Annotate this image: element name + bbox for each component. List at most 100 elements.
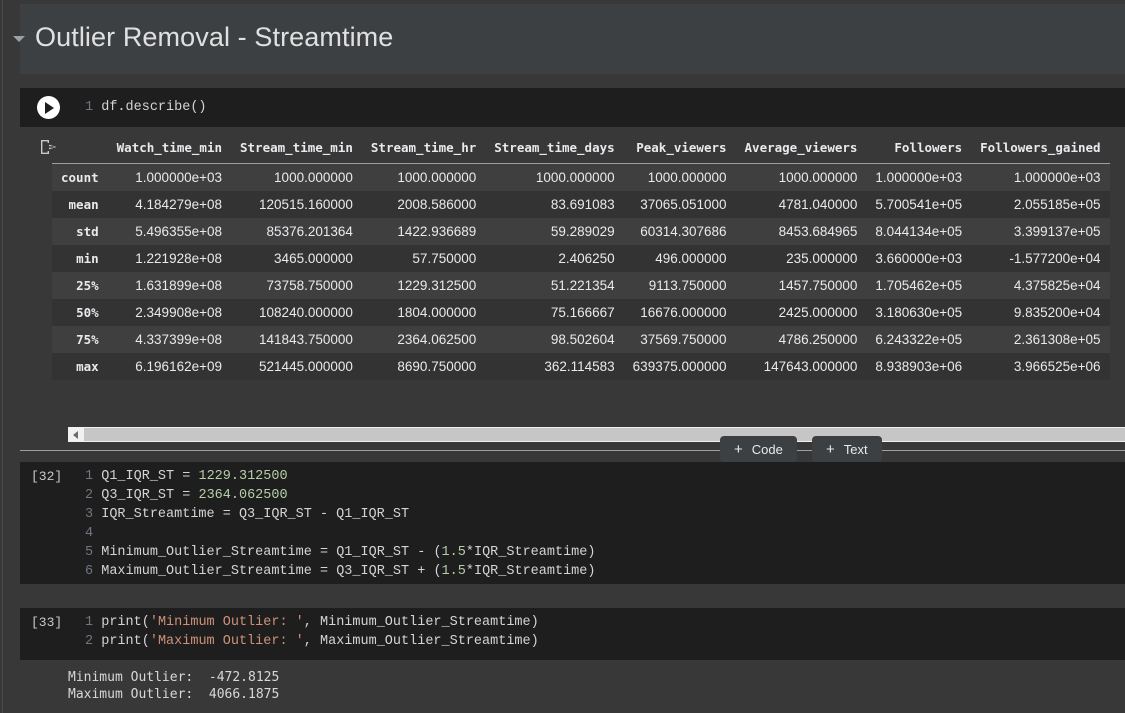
table-cell: 85376.201364: [231, 218, 362, 245]
table-cell: 73758.750000: [231, 272, 362, 299]
table-corner-cell: [52, 136, 108, 164]
table-cell: -1.577200e+04: [971, 245, 1110, 272]
markdown-heading-cell[interactable]: Outlier Removal - Streamtime: [20, 4, 1125, 74]
row-header: max: [52, 353, 108, 380]
table-header-row: Watch_time_min Stream_time_min Stream_ti…: [52, 136, 1110, 164]
table-cell: 362.114583: [485, 353, 624, 380]
code-text: Maximum_Outlier_Streamtime = Q3_IQR_ST +…: [101, 564, 596, 579]
table-cell: 8.938903e+06: [866, 353, 972, 380]
chevron-left-icon[interactable]: [68, 427, 84, 442]
column-header: Peak_viewers: [623, 136, 736, 164]
column-header: Watch_time_min: [107, 136, 231, 164]
table-cell: 120515.160000: [231, 191, 362, 218]
code-text: Minimum_Outlier_Streamtime = Q1_IQR_ST -…: [101, 545, 596, 560]
table-cell: 98.502604: [485, 326, 624, 353]
table-cell: 1422.936689: [361, 218, 486, 245]
table-cell: 3465.000000: [231, 245, 362, 272]
add-text-cell-button[interactable]: + Text: [812, 436, 882, 462]
table-row: count 1.000000e+03 1000.000000 1000.0000…: [52, 163, 1110, 191]
scrollbar-thumb[interactable]: [84, 428, 1125, 441]
table-cell: 639375.000000: [623, 353, 736, 380]
line-number: 2: [85, 488, 94, 503]
code-text: Q3_IQR_ST = 2364.062500: [101, 488, 288, 503]
table-cell: 1804.000000: [361, 299, 486, 326]
table-cell: 3.966525e+06: [971, 353, 1110, 380]
line-number: 5: [85, 545, 94, 560]
table-row: 75% 4.337399e+08 141843.750000 2364.0625…: [52, 326, 1110, 353]
table-cell: 1.000000e+03: [971, 163, 1110, 191]
table-row: std 5.496355e+08 85376.201364 1422.93668…: [52, 218, 1110, 245]
row-header: count: [52, 163, 108, 191]
table-cell: 2.406250: [485, 245, 624, 272]
line-number: 1: [85, 469, 94, 484]
table-cell: 1.221928e+08: [107, 245, 231, 272]
column-header: Followers_gained: [971, 136, 1110, 164]
table-cell: 1.000000e+03: [107, 163, 231, 191]
table-cell: 2.361308e+05: [971, 326, 1110, 353]
left-gutter: [0, 0, 20, 713]
code-text: df.describe(): [101, 100, 207, 115]
table-cell: 5.700541e+05: [866, 191, 972, 218]
table-cell: 9113.750000: [623, 272, 736, 299]
table-row: 50% 2.349908e+08 108240.000000 1804.0000…: [52, 299, 1110, 326]
table-cell: 37569.750000: [623, 326, 736, 353]
table-cell: 2008.586000: [361, 191, 486, 218]
play-circle-icon[interactable]: [37, 96, 60, 119]
column-header: Stream_time_days: [485, 136, 624, 164]
cell-selection-rail: [2, 0, 3, 713]
table-cell: 1457.750000: [735, 272, 867, 299]
table-row: 25% 1.631899e+08 73758.750000 1229.31250…: [52, 272, 1110, 299]
table-cell: 2364.062500: [361, 326, 486, 353]
cell-divider: [20, 450, 1125, 451]
table-cell: 9.835200e+04: [971, 299, 1110, 326]
table-cell: 2425.000000: [735, 299, 867, 326]
table-cell: 4786.250000: [735, 326, 867, 353]
column-header: Average_viewers: [735, 136, 867, 164]
row-header: mean: [52, 191, 108, 218]
plus-icon: +: [734, 440, 743, 458]
table-body: count 1.000000e+03 1000.000000 1000.0000…: [52, 163, 1110, 380]
table-cell: 37065.051000: [623, 191, 736, 218]
line-number: 1: [85, 100, 94, 115]
table-cell: 83.691083: [485, 191, 624, 218]
row-header: 25%: [52, 272, 108, 299]
plus-icon: +: [826, 440, 835, 458]
table-cell: 6.196162e+09: [107, 353, 231, 380]
table-cell: 57.750000: [361, 245, 486, 272]
table-cell: 108240.000000: [231, 299, 362, 326]
table-cell: 1229.312500: [361, 272, 486, 299]
table-cell: 60314.307686: [623, 218, 736, 245]
table-cell: 496.000000: [623, 245, 736, 272]
add-text-label: Text: [843, 441, 868, 457]
table-row: max 6.196162e+09 521445.000000 8690.7500…: [52, 353, 1110, 380]
line-number: 3: [85, 507, 94, 522]
table-cell: 1000.000000: [361, 163, 486, 191]
table-cell: 4.375825e+04: [971, 272, 1110, 299]
table-cell: 1.000000e+03: [866, 163, 972, 191]
code-text: print('Maximum Outlier: ', Maximum_Outli…: [101, 634, 539, 649]
table-cell: 1000.000000: [623, 163, 736, 191]
table-cell: 16676.000000: [623, 299, 736, 326]
add-code-cell-button[interactable]: + Code: [720, 436, 797, 462]
table-cell: 59.289029: [485, 218, 624, 245]
table-cell: 1.705462e+05: [866, 272, 972, 299]
table-cell: 8690.750000: [361, 353, 486, 380]
table-cell: 1000.000000: [485, 163, 624, 191]
execution-count-33: [33]: [31, 615, 63, 630]
table-row: min 1.221928e+08 3465.000000 57.750000 2…: [52, 245, 1110, 272]
table-cell: 521445.000000: [231, 353, 362, 380]
line-number: 4: [85, 526, 94, 541]
table-cell: 3.660000e+03: [866, 245, 972, 272]
table-cell: 1000.000000: [231, 163, 362, 191]
describe-table: Watch_time_min Stream_time_min Stream_ti…: [52, 136, 1110, 380]
table-row: mean 4.184279e+08 120515.160000 2008.586…: [52, 191, 1110, 218]
table-cell: 1.631899e+08: [107, 272, 231, 299]
table-cell: 4.337399e+08: [107, 326, 231, 353]
code-line-1: 1 df.describe(): [85, 100, 207, 115]
table-cell: 235.000000: [735, 245, 867, 272]
table-cell: 1000.000000: [735, 163, 867, 191]
table-cell: 4.184279e+08: [107, 191, 231, 218]
triangle-down-icon[interactable]: [13, 36, 25, 42]
column-header: Followers: [866, 136, 972, 164]
table-cell: 51.221354: [485, 272, 624, 299]
